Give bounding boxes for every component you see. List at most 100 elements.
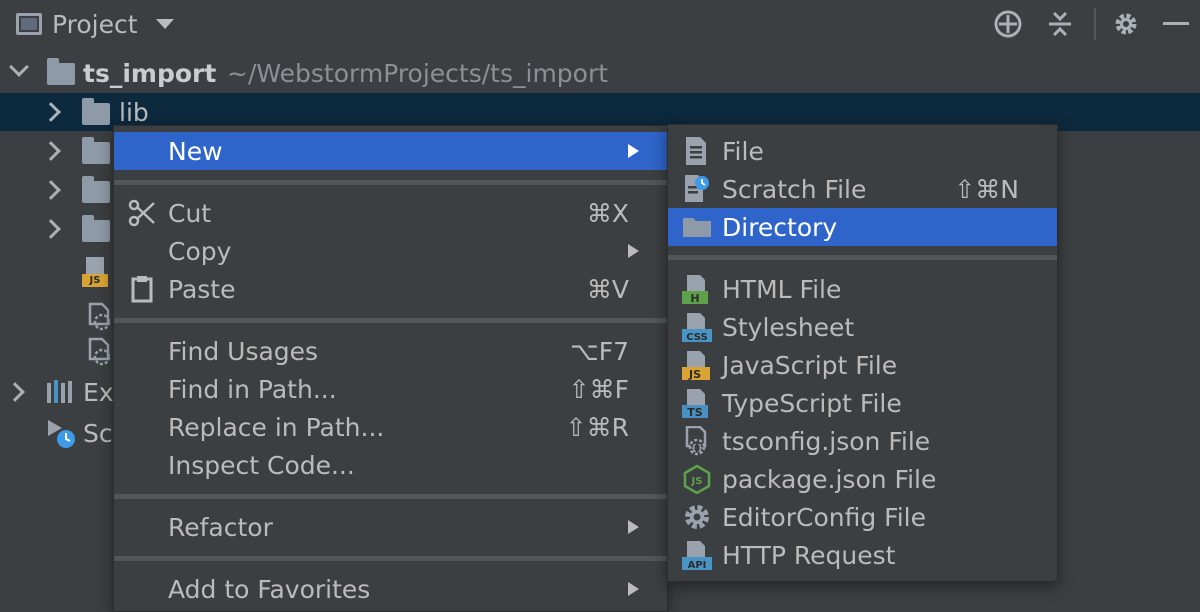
project-view-selector[interactable]: Project [16, 8, 174, 40]
chevron-down-icon[interactable] [9, 57, 29, 77]
submenu-item-label: Scratch File [722, 174, 867, 204]
tsconfig-file-icon [86, 337, 112, 367]
submenu-item-file[interactable]: File [668, 132, 1057, 170]
menu-separator [668, 255, 1057, 260]
menu-item-replace-in-path[interactable]: Replace in Path... ⇧⌘R [114, 408, 667, 446]
submenu-arrow-icon [628, 582, 639, 596]
menu-item-refactor[interactable]: Refactor [114, 508, 667, 546]
menu-item-shortcut: ⌥F7 [569, 336, 629, 366]
menu-item-paste[interactable]: Paste ⌘V [114, 270, 667, 308]
scissors-icon [128, 199, 156, 227]
svg-text:API: API [688, 560, 707, 570]
scratches-icon [46, 418, 78, 456]
gear-icon [682, 502, 710, 532]
submenu-item-stylesheet[interactable]: CSS Stylesheet [668, 308, 1057, 346]
file-icon [682, 136, 710, 166]
css-file-icon: CSS [682, 312, 712, 343]
new-submenu: File Scratch File ⇧⌘N Directory H HTML F… [667, 124, 1058, 582]
menu-item-add-to-favorites[interactable]: Add to Favorites [114, 570, 667, 608]
menu-item-shortcut: ⇧⌘R [565, 412, 629, 442]
menu-separator [114, 318, 667, 323]
menu-item-label: Inspect Code... [168, 450, 355, 480]
submenu-item-label: tsconfig.json File [722, 426, 931, 456]
folder-icon [82, 176, 110, 203]
tsconfig-file-icon [86, 302, 112, 332]
menu-item-copy[interactable]: Copy [114, 232, 667, 270]
menu-item-label: Find in Path... [168, 374, 337, 404]
menu-item-shortcut: ⇧⌘F [568, 374, 629, 404]
nodejs-icon: JS [682, 464, 711, 495]
submenu-item-html-file[interactable]: H HTML File [668, 270, 1057, 308]
root-folder-path: ~/WebstormProjects/ts_import [227, 58, 609, 88]
svg-text:CSS: CSS [686, 332, 707, 342]
submenu-item-label: JavaScript File [722, 350, 898, 380]
chevron-right-icon[interactable] [41, 180, 61, 200]
menu-separator [114, 180, 667, 185]
submenu-item-scratch-file[interactable]: Scratch File ⇧⌘N [668, 170, 1057, 208]
chevron-down-icon [155, 19, 174, 29]
libraries-icon [46, 379, 74, 411]
tree-root-row[interactable]: ts_import ~/WebstormProjects/ts_import [0, 54, 1200, 92]
menu-item-cut[interactable]: Cut ⌘X [114, 194, 667, 232]
root-folder-name: ts_import [83, 58, 217, 88]
menu-separator [114, 556, 667, 561]
submenu-arrow-icon [628, 244, 639, 258]
tree-item-label: Sc [83, 418, 113, 448]
api-file-icon: API [682, 540, 712, 571]
menu-item-find-in-path[interactable]: Find in Path... ⇧⌘F [114, 370, 667, 408]
chevron-right-icon[interactable] [5, 382, 25, 402]
chevron-right-icon[interactable] [41, 102, 61, 122]
submenu-arrow-icon [628, 144, 639, 158]
html-file-icon: H [682, 274, 710, 305]
folder-icon [47, 58, 75, 85]
submenu-item-label: Stylesheet [722, 312, 855, 342]
folder-icon [682, 212, 711, 242]
menu-item-shortcut: ⌘X [586, 198, 629, 228]
project-toolbar: Project [0, 0, 1200, 48]
gear-icon[interactable] [1110, 8, 1142, 40]
folder-icon [82, 215, 110, 242]
submenu-item-javascript-file[interactable]: JS JavaScript File [668, 346, 1057, 384]
submenu-arrow-icon [628, 520, 639, 534]
context-menu: New Cut ⌘X Copy Paste ⌘V Find Usages ⌥F7… [113, 125, 668, 612]
crosshair-icon[interactable] [992, 8, 1024, 40]
submenu-item-label: HTTP Request [722, 540, 896, 570]
menu-item-new[interactable]: New [114, 132, 667, 170]
submenu-item-label: Directory [722, 212, 838, 242]
submenu-item-tsconfig-file[interactable]: {} tsconfig.json File [668, 422, 1057, 460]
menu-item-label: Replace in Path... [168, 412, 385, 442]
project-title: Project [52, 9, 138, 39]
scratch-file-icon [682, 174, 710, 204]
svg-text:{}: {} [691, 444, 704, 454]
js-file-icon: JS [82, 257, 108, 287]
menu-item-find-usages[interactable]: Find Usages ⌥F7 [114, 332, 667, 370]
menu-item-label: Cut [168, 198, 212, 228]
menu-item-shortcut: ⌘V [586, 274, 629, 304]
menu-item-label: Refactor [168, 512, 273, 542]
menu-separator [114, 494, 667, 499]
tree-item-label: lib [119, 97, 149, 127]
svg-text:TS: TS [687, 406, 703, 418]
folder-icon [82, 137, 110, 164]
js-file-icon: JS [682, 350, 710, 381]
collapse-icon[interactable] [1044, 8, 1076, 40]
chevron-right-icon[interactable] [41, 219, 61, 239]
submenu-item-label: HTML File [722, 274, 842, 304]
svg-text:JS: JS [688, 368, 701, 380]
submenu-item-directory[interactable]: Directory [668, 208, 1057, 246]
chevron-right-icon[interactable] [41, 141, 61, 161]
submenu-item-typescript-file[interactable]: TS TypeScript File [668, 384, 1057, 422]
tree-item-label: Ex [83, 377, 114, 407]
svg-text:JS: JS [691, 476, 703, 487]
tsconfig-file-icon: {} [682, 425, 710, 456]
menu-item-inspect-code[interactable]: Inspect Code... [114, 446, 667, 484]
submenu-item-http-request[interactable]: API HTTP Request [668, 536, 1057, 574]
submenu-item-editorconfig-file[interactable]: EditorConfig File [668, 498, 1057, 536]
submenu-item-shortcut: ⇧⌘N [954, 174, 1019, 204]
submenu-item-label: File [722, 136, 764, 166]
submenu-item-label: EditorConfig File [722, 502, 926, 532]
folder-icon [82, 98, 110, 125]
window-icon [16, 13, 42, 35]
minimize-icon[interactable] [1160, 8, 1192, 40]
submenu-item-package-json[interactable]: JS package.json File [668, 460, 1057, 498]
